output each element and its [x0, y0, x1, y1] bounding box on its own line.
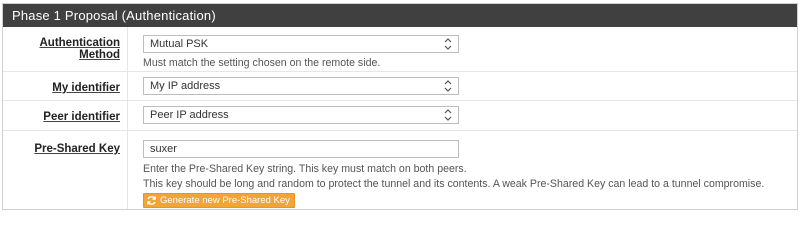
peer-identifier-row: Peer identifier Peer IP address: [3, 101, 797, 131]
auth-method-row: Authentication Method Mutual PSK Must ma…: [3, 27, 797, 72]
auth-method-select[interactable]: Mutual PSK: [143, 35, 459, 53]
my-identifier-row: My identifier My IP address: [3, 72, 797, 101]
peer-identifier-label: Peer identifier: [43, 111, 120, 123]
peer-identifier-value: Peer IP address: [150, 109, 229, 121]
refresh-icon: [147, 196, 156, 205]
chevron-updown-icon: [444, 109, 452, 121]
auth-method-help: Must match the setting chosen on the rem…: [143, 57, 381, 69]
psk-row: Pre-Shared Key suxer Enter the Pre-Share…: [3, 131, 797, 209]
phase1-panel: Phase 1 Proposal (Authentication) Authen…: [2, 3, 798, 210]
auth-method-label: Authentication Method: [39, 37, 121, 61]
psk-help-line2: This key should be long and random to pr…: [143, 178, 765, 190]
psk-help-line1: Enter the Pre-Shared Key string. This ke…: [143, 163, 467, 175]
generate-psk-button[interactable]: Generate new Pre-Shared Key: [143, 193, 295, 208]
peer-identifier-select[interactable]: Peer IP address: [143, 106, 459, 124]
generate-psk-label: Generate new Pre-Shared Key: [160, 195, 290, 206]
chevron-updown-icon: [444, 80, 452, 92]
my-identifier-select[interactable]: My IP address: [143, 77, 459, 95]
my-identifier-value: My IP address: [150, 80, 221, 92]
psk-input[interactable]: suxer: [143, 140, 459, 158]
auth-method-value: Mutual PSK: [150, 38, 209, 50]
psk-label: Pre-Shared Key: [34, 143, 120, 155]
my-identifier-label: My identifier: [52, 82, 120, 94]
chevron-updown-icon: [444, 38, 452, 50]
panel-title: Phase 1 Proposal (Authentication): [3, 4, 797, 27]
